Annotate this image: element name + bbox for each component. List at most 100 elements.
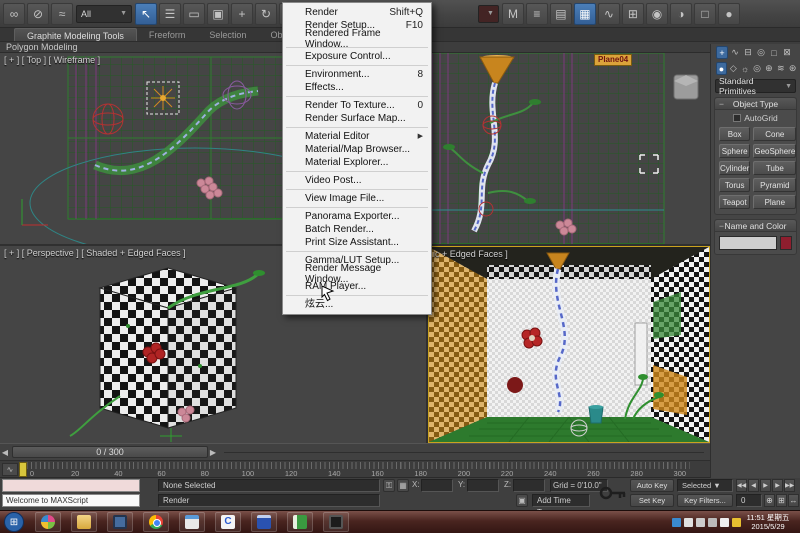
menu-item[interactable]: Panorama Exporter... ▶ bbox=[283, 210, 431, 223]
object-type-button[interactable]: Plane bbox=[753, 195, 796, 209]
add-time-tag[interactable]: Add Time Tag bbox=[532, 494, 590, 507]
shapes-category-icon[interactable]: ◇ bbox=[728, 62, 739, 75]
primitives-dropdown[interactable]: Standard Primitives ▼ bbox=[715, 79, 796, 93]
zoom-icon[interactable]: ⊕ bbox=[764, 494, 775, 507]
taskbar-media-app-icon[interactable] bbox=[35, 512, 61, 532]
macro-recorder-line[interactable] bbox=[2, 479, 140, 492]
taskbar-computer-icon[interactable] bbox=[107, 512, 133, 532]
taskbar-c-app-icon[interactable]: C bbox=[215, 512, 241, 532]
menu-item[interactable]: Environment... 8 ▶ bbox=[283, 68, 431, 81]
object-type-button[interactable]: GeoSphere bbox=[753, 144, 796, 158]
viewport-camera-label[interactable]: ic + Edged Faces ] bbox=[433, 249, 508, 259]
viewport-front[interactable]: Plane04 bbox=[428, 53, 710, 244]
maxscript-listener[interactable]: Welcome to MAXScript bbox=[2, 494, 140, 507]
current-frame-marker[interactable] bbox=[19, 462, 27, 477]
bind-to-space-warp-icon[interactable]: ≈ bbox=[51, 3, 73, 25]
next-frame-icon[interactable]: ▶ bbox=[772, 479, 783, 492]
object-type-button[interactable]: Torus bbox=[719, 178, 750, 192]
select-object-icon[interactable]: ↖ bbox=[135, 3, 157, 25]
tray-warning-icon[interactable] bbox=[732, 518, 741, 527]
schematic-view-icon[interactable]: ⊞ bbox=[622, 3, 644, 25]
space-warps-category-icon[interactable]: ≋ bbox=[775, 62, 786, 75]
cameras-category-icon[interactable]: ◎ bbox=[752, 62, 763, 75]
object-type-button[interactable]: Pyramid bbox=[753, 178, 796, 192]
menu-item[interactable]: Render Message Window... ▶ bbox=[283, 267, 431, 280]
start-button[interactable]: ⊞ bbox=[4, 512, 24, 532]
select-by-name-icon[interactable]: ☰ bbox=[159, 3, 181, 25]
play-icon[interactable]: ▶ bbox=[760, 479, 771, 492]
menu-item[interactable]: Render Shift+Q ▶ bbox=[283, 6, 431, 19]
ribbon-tab[interactable]: Graphite Modeling Tools bbox=[14, 28, 137, 41]
menu-item[interactable]: Effects... ▶ bbox=[283, 81, 431, 94]
menu-item[interactable]: Material Explorer... ▶ bbox=[283, 156, 431, 169]
tray-window-icon[interactable] bbox=[708, 518, 717, 527]
menu-item[interactable]: Print Size Assistant... ▶ bbox=[283, 236, 431, 249]
object-type-rollout-header[interactable]: − Object Type bbox=[715, 98, 796, 110]
ribbon-tab[interactable]: Freeform bbox=[137, 28, 198, 41]
y-coordinate-field[interactable] bbox=[467, 479, 499, 492]
menu-item[interactable]: ▶ bbox=[286, 189, 428, 190]
go-to-start-icon[interactable]: ◀◀ bbox=[736, 479, 747, 492]
menu-item[interactable]: Video Post... ▶ bbox=[283, 174, 431, 187]
object-type-button[interactable]: Cone bbox=[753, 127, 796, 141]
name-color-rollout-header[interactable]: − Name and Color bbox=[715, 220, 796, 232]
manage-layers-icon[interactable]: ▤ bbox=[550, 3, 572, 25]
rendered-frame-window-icon[interactable]: □ bbox=[694, 3, 716, 25]
render-production-icon[interactable]: ● bbox=[718, 3, 740, 25]
object-type-button[interactable]: Teapot bbox=[719, 195, 750, 209]
tray-app2-icon[interactable] bbox=[684, 518, 693, 527]
select-and-link-icon[interactable]: ∞ bbox=[3, 3, 25, 25]
utilities-tab-icon[interactable]: ⊠ bbox=[781, 46, 793, 59]
menu-item[interactable]: ▶ bbox=[286, 295, 428, 296]
viewport-top-label[interactable]: [ + ] [ Top ] [ Wireframe ] bbox=[4, 55, 100, 65]
time-tag-clipboard-icon[interactable]: ▣ bbox=[516, 494, 528, 507]
menu-item[interactable]: ▶ bbox=[286, 127, 428, 128]
object-type-button[interactable]: Sphere bbox=[719, 144, 750, 158]
go-to-end-icon[interactable]: ▶▶ bbox=[784, 479, 795, 492]
taskbar-explorer-icon[interactable] bbox=[71, 512, 97, 532]
menu-item[interactable]: Render To Texture... 0 ▶ bbox=[283, 99, 431, 112]
viewport-perspective-label[interactable]: [ + ] [ Perspective ] [ Shaded + Edged F… bbox=[4, 248, 186, 258]
absolute-offset-toggle-icon[interactable]: ▦ bbox=[397, 479, 409, 492]
align-icon[interactable]: ≡ bbox=[526, 3, 548, 25]
pan-icon[interactable]: ↔ bbox=[788, 494, 799, 507]
menu-item[interactable]: 炫云... ▶ bbox=[283, 298, 431, 311]
zoom-extents-icon[interactable]: ⊞ bbox=[776, 494, 787, 507]
current-frame-field[interactable]: 0 bbox=[736, 494, 762, 507]
menu-item[interactable]: View Image File... ▶ bbox=[283, 192, 431, 205]
curve-editor-icon[interactable]: ∿ bbox=[598, 3, 620, 25]
helpers-category-icon[interactable]: ⊕ bbox=[763, 62, 774, 75]
time-slider-right-arrow[interactable]: ▶ bbox=[208, 446, 218, 458]
menu-item[interactable]: ▶ bbox=[286, 171, 428, 172]
time-slider-groove[interactable] bbox=[224, 452, 704, 453]
systems-category-icon[interactable]: ⊛ bbox=[787, 62, 798, 75]
key-filters-button[interactable]: Key Filters... bbox=[677, 494, 733, 507]
menu-item[interactable]: ▶ bbox=[286, 65, 428, 66]
menu-item[interactable]: ▶ bbox=[286, 96, 428, 97]
select-and-rotate-icon[interactable]: ↻ bbox=[255, 3, 277, 25]
tray-app1-icon[interactable] bbox=[672, 518, 681, 527]
geometry-category-icon[interactable]: ● bbox=[716, 62, 727, 75]
mini-curve-editor-icon[interactable]: ∿ bbox=[2, 463, 18, 476]
track-bar[interactable]: ∿ 02040608010012014016018020022024026028… bbox=[0, 460, 710, 478]
menu-item[interactable]: ▶ bbox=[286, 251, 428, 252]
menu-item[interactable]: Rendered Frame Window... ▶ bbox=[283, 32, 431, 45]
ribbon-tab[interactable]: Selection bbox=[197, 28, 258, 41]
tray-flag-icon[interactable] bbox=[696, 518, 705, 527]
create-tab-icon[interactable]: + bbox=[716, 46, 728, 59]
menu-item[interactable]: ▶ bbox=[286, 207, 428, 208]
menu-item[interactable]: Material Editor ▶ bbox=[283, 130, 431, 143]
taskbar-phone-app-icon[interactable] bbox=[323, 512, 349, 532]
object-type-button[interactable]: Cylinder bbox=[719, 161, 750, 175]
lights-category-icon[interactable]: ☼ bbox=[740, 62, 751, 75]
graphite-toggle-icon[interactable]: ▦ bbox=[574, 3, 596, 25]
window-crossing-icon[interactable]: ▣ bbox=[207, 3, 229, 25]
mirror-icon[interactable]: M bbox=[502, 3, 524, 25]
taskbar-chrome-icon[interactable] bbox=[143, 512, 169, 532]
tray-volume-icon[interactable] bbox=[720, 518, 729, 527]
taskbar-clock[interactable]: 11:51 星期五 2015/5/29 bbox=[744, 513, 796, 531]
menu-item[interactable]: Batch Render... ▶ bbox=[283, 223, 431, 236]
set-key-button[interactable]: Set Key bbox=[630, 494, 674, 507]
selection-lock-icon[interactable]: ⚿ bbox=[383, 479, 395, 492]
menu-item[interactable]: Render Surface Map... ▶ bbox=[283, 112, 431, 125]
